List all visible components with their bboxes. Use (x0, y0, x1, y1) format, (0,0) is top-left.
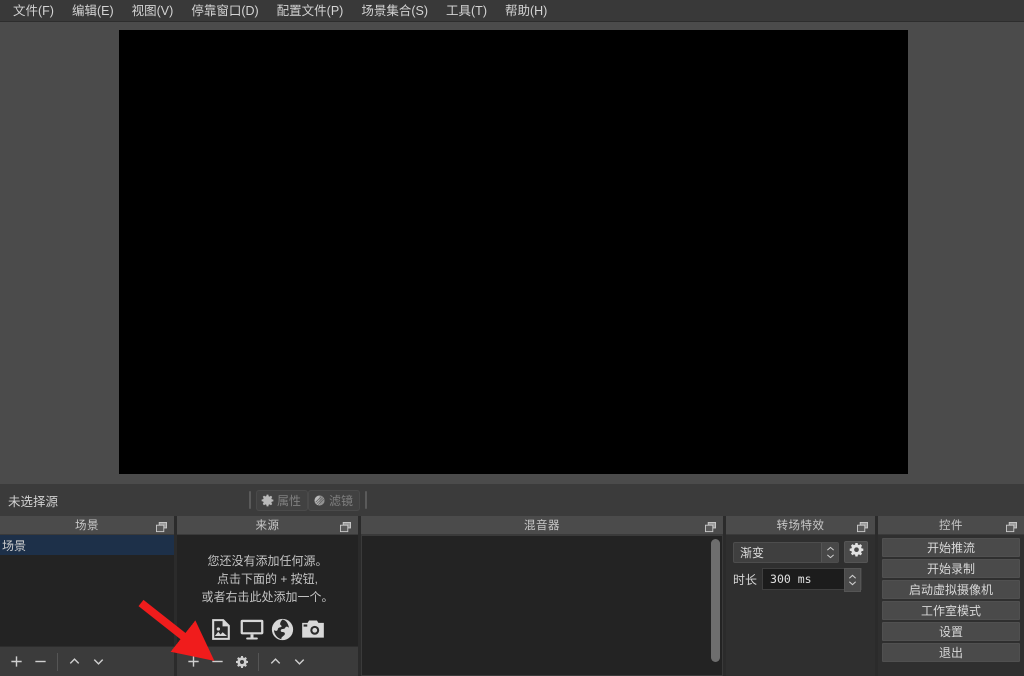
menu-file[interactable]: 文件(F) (4, 1, 63, 21)
scenes-move-up-button[interactable] (63, 650, 86, 674)
settings-button[interactable]: 设置 (882, 622, 1020, 641)
controls-dock-title: 控件 (878, 516, 1024, 535)
mixer-title-label: 混音器 (524, 520, 560, 532)
menu-view[interactable]: 视图(V) (123, 1, 183, 21)
obs-main-window: 文件(F) 编辑(E) 视图(V) 停靠窗口(D) 配置文件(P) 场景集合(S… (0, 0, 1024, 676)
start-virtual-camera-button[interactable]: 启动虚拟摄像机 (882, 580, 1020, 599)
sources-title-label: 来源 (255, 520, 280, 532)
menu-docks[interactable]: 停靠窗口(D) (182, 1, 267, 21)
gear-icon (261, 494, 274, 507)
menu-edit[interactable]: 编辑(E) (63, 1, 123, 21)
transitions-dock: 转场特效 渐变 时长 300 ms (726, 516, 875, 676)
start-recording-button[interactable]: 开始录制 (882, 559, 1020, 578)
spinner-updown-icon[interactable] (844, 568, 862, 592)
mixer-scrollbar-thumb[interactable] (711, 539, 720, 662)
transition-select-row: 渐变 (733, 541, 868, 563)
float-icon[interactable] (1006, 520, 1017, 538)
preview-canvas[interactable] (119, 30, 908, 474)
chevron-updown-icon[interactable] (821, 542, 839, 562)
scenes-add-button[interactable] (5, 650, 28, 674)
mixer-channel-area[interactable] (361, 535, 723, 676)
filters-button[interactable]: 滤镜 (308, 489, 361, 511)
sources-remove-button[interactable] (206, 650, 229, 674)
transition-duration-value: 300 ms (770, 572, 812, 586)
sources-placeholder: 您还没有添加任何源。 点击下面的 + 按钮, 或者右击此处添加一个。 (177, 535, 358, 646)
menu-scene-collection[interactable]: 场景集合(S) (352, 1, 437, 21)
sources-dock-title: 来源 (177, 516, 358, 535)
menu-profile[interactable]: 配置文件(P) (268, 1, 353, 21)
scenes-move-down-button[interactable] (87, 650, 110, 674)
sources-move-down-button[interactable] (288, 650, 311, 674)
filters-icon (313, 494, 326, 507)
scene-list-item[interactable]: 场景 (0, 535, 174, 555)
controls-dock: 控件 开始推流 开始录制 启动虚拟摄像机 工作室模式 设置 退出 (878, 516, 1024, 676)
sources-placeholder-line-3: 或者右击此处添加一个。 (201, 590, 334, 604)
sources-toolbar (177, 646, 358, 676)
scenes-remove-button[interactable] (29, 650, 52, 674)
mixer-scrollbar-track[interactable] (711, 539, 720, 662)
controls-body: 开始推流 开始录制 启动虚拟摄像机 工作室模式 设置 退出 (878, 535, 1024, 676)
camera-icon (300, 616, 326, 646)
properties-label: 属性 (277, 493, 302, 508)
scenes-dock: 场景 场景 (0, 516, 174, 676)
preview-area[interactable] (0, 22, 1024, 484)
image-icon (209, 617, 234, 647)
mixer-dock-title: 混音器 (361, 516, 723, 535)
exit-button[interactable]: 退出 (882, 643, 1020, 662)
dock-row: 场景 场景 来源 您还没有添加任何源。 点击下面的 + 按钮, 或者右击此处添加… (0, 516, 1024, 676)
transition-duration-label: 时长 (733, 572, 758, 587)
sources-list[interactable]: 您还没有添加任何源。 点击下面的 + 按钮, 或者右击此处添加一个。 (177, 535, 358, 646)
scenes-toolbar (0, 646, 174, 676)
display-icon (239, 616, 265, 646)
float-icon[interactable] (857, 520, 868, 538)
scenes-toolbar-separator (57, 652, 58, 671)
sources-properties-button[interactable] (230, 650, 253, 674)
sources-placeholder-line-1: 您还没有添加任何源。 (207, 554, 328, 568)
sources-toolbar-separator (258, 652, 259, 671)
studio-mode-button[interactable]: 工作室模式 (882, 601, 1020, 620)
transitions-body: 渐变 时长 300 ms (726, 535, 875, 676)
transition-duration-row: 时长 300 ms (733, 568, 868, 592)
browser-icon (270, 617, 295, 647)
menu-bar: 文件(F) 编辑(E) 视图(V) 停靠窗口(D) 配置文件(P) 场景集合(S… (0, 0, 1024, 22)
strip-separator-left (249, 491, 252, 509)
sources-placeholder-line-2: 点击下面的 + 按钮, (216, 572, 318, 586)
scenes-list[interactable]: 场景 (0, 535, 174, 646)
start-streaming-button[interactable]: 开始推流 (882, 538, 1020, 557)
no-source-status: 未选择源 (8, 494, 59, 509)
transition-duration-spinbox[interactable]: 300 ms (762, 568, 863, 592)
transition-selected-value: 渐变 (740, 545, 765, 560)
gear-icon (849, 542, 864, 562)
strip-separator-right (365, 491, 368, 509)
scenes-dock-title: 场景 (0, 516, 174, 535)
properties-button[interactable]: 属性 (256, 489, 309, 511)
menu-tools[interactable]: 工具(T) (437, 1, 496, 21)
transition-combobox[interactable]: 渐变 (733, 541, 840, 563)
sources-add-button[interactable] (182, 650, 205, 674)
scenes-title-label: 场景 (75, 520, 99, 532)
mixer-dock: 混音器 (361, 516, 723, 676)
transitions-dock-title: 转场特效 (726, 516, 875, 535)
sources-placeholder-icons (209, 616, 326, 646)
filters-label: 滤镜 (329, 493, 354, 508)
sources-move-up-button[interactable] (264, 650, 287, 674)
transitions-title-label: 转场特效 (776, 520, 825, 532)
controls-title-label: 控件 (939, 520, 963, 532)
scene-item-label: 场景 (2, 538, 27, 553)
sources-dock: 来源 您还没有添加任何源。 点击下面的 + 按钮, 或者右击此处添加一个。 (177, 516, 358, 676)
source-toolbar-strip: 未选择源 属性 滤镜 (0, 484, 1024, 516)
source-strip-tools: 属性 滤镜 (244, 489, 372, 511)
transition-properties-button[interactable] (844, 541, 868, 563)
menu-help[interactable]: 帮助(H) (496, 1, 556, 21)
